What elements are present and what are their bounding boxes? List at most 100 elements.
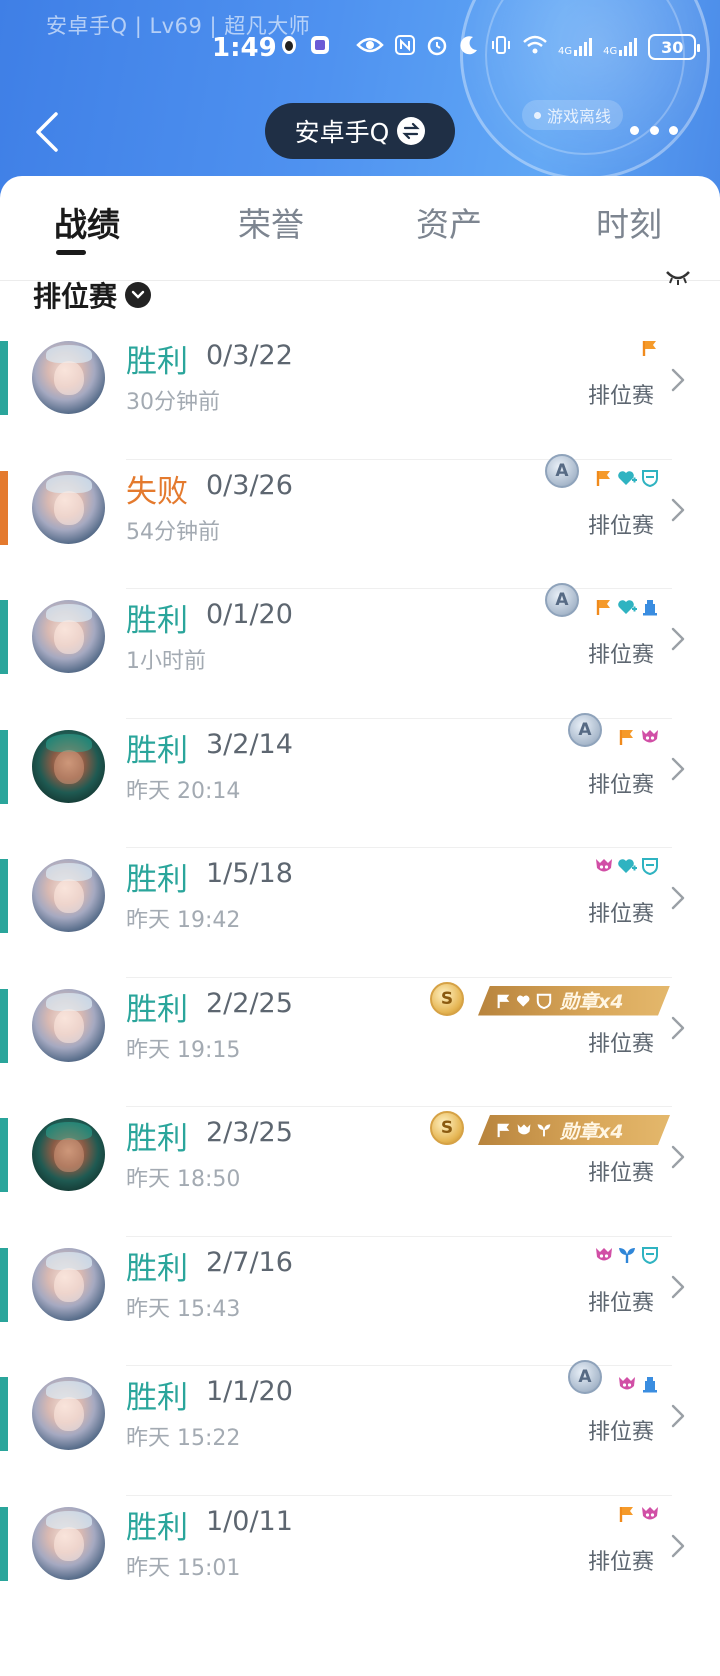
flag-icon xyxy=(594,468,614,488)
result-indicator-bar xyxy=(0,470,8,545)
game-status-text: 游戏离线 xyxy=(547,107,612,126)
hero-avatar xyxy=(32,1118,105,1191)
match-mode: 排位赛 xyxy=(588,1031,655,1057)
match-mode: 排位赛 xyxy=(588,1161,655,1186)
flag-icon xyxy=(617,1504,637,1524)
result-indicator-bar xyxy=(0,1506,8,1581)
tab-records[interactable]: 战绩 xyxy=(54,198,120,246)
hero-avatar xyxy=(32,470,105,544)
match-kda: 0/1/20 xyxy=(206,599,293,630)
heart-plus-icon xyxy=(617,856,637,876)
medal-count: 勋章x4 xyxy=(560,991,624,1013)
result-indicator-bar xyxy=(0,729,8,804)
tab-honors[interactable]: 荣誉 xyxy=(238,198,304,246)
mode-filter[interactable]: 排位赛 xyxy=(33,275,152,315)
result-indicator-bar xyxy=(0,600,8,674)
match-row[interactable]: 胜利 1/1/20 昨天 15:22 排位赛 A xyxy=(0,1360,720,1496)
result-indicator-bar xyxy=(0,859,8,933)
hero-avatar xyxy=(32,988,105,1062)
hide-eye-icon[interactable] xyxy=(664,270,692,290)
match-row[interactable]: 胜利 2/7/16 昨天 15:43 排位赛 xyxy=(0,1237,720,1366)
match-result: 胜利 xyxy=(126,1121,188,1157)
match-mode: 排位赛 xyxy=(588,1290,655,1316)
moon-icon xyxy=(458,34,480,60)
match-time: 30分钟前 xyxy=(126,390,220,415)
shield-icon xyxy=(536,993,552,1009)
chevron-right-icon xyxy=(671,1016,685,1039)
match-row[interactable]: 胜利 2/3/25 昨天 18:50 排位赛 S 勋章x4 xyxy=(0,1107,720,1237)
game-status-badge: 游戏离线 xyxy=(522,100,624,130)
match-mode: 排位赛 xyxy=(588,1549,655,1575)
tab-moments[interactable]: 时刻 xyxy=(596,198,662,246)
nfc-icon xyxy=(394,34,416,60)
match-kda: 0/3/26 xyxy=(206,469,293,501)
chevron-right-icon xyxy=(671,757,685,780)
result-indicator-bar xyxy=(0,1377,8,1451)
match-time: 昨天 20:14 xyxy=(126,778,241,804)
network-label-2: 4G xyxy=(603,46,618,57)
rank-a-icon: A xyxy=(545,583,579,617)
match-result: 胜利 xyxy=(126,991,188,1028)
match-row[interactable]: 胜利 0/1/20 1小时前 排位赛 A xyxy=(0,583,720,719)
tower-icon xyxy=(640,597,660,617)
chevron-down-icon xyxy=(125,282,152,308)
status-time: 1:49 xyxy=(212,33,277,63)
match-kda: 2/7/16 xyxy=(206,1246,293,1278)
demon-icon xyxy=(516,1122,532,1138)
sprout-icon xyxy=(536,1122,552,1138)
match-kda: 3/2/14 xyxy=(206,728,293,760)
match-row[interactable]: 失败 0/3/26 54分钟前 排位赛 A xyxy=(0,453,720,589)
result-indicator-bar xyxy=(0,341,8,415)
match-kda: 2/2/25 xyxy=(206,987,293,1019)
chevron-right-icon xyxy=(671,886,685,910)
demon-icon xyxy=(617,1374,637,1394)
heart-plus-icon xyxy=(617,468,637,488)
match-mode: 排位赛 xyxy=(588,643,655,668)
match-list: 胜利 0/3/22 30分钟前排位赛 失败 0/3/26 54分钟前 排位赛 A 胜利 0/1/2… xyxy=(0,330,720,1625)
rank-a-icon: A xyxy=(568,712,602,747)
signal-icon-2: 4G xyxy=(603,37,638,57)
match-kda: 2/3/25 xyxy=(206,1117,293,1148)
match-row[interactable]: 胜利 1/5/18 昨天 19:42 排位赛 xyxy=(0,848,720,978)
signal-icon-1: 4G xyxy=(558,37,593,57)
demon-icon xyxy=(594,856,614,876)
match-row[interactable]: 胜利 2/2/25 昨天 19:15 排位赛 S 勋章x4 xyxy=(0,978,720,1107)
hero-avatar xyxy=(32,1247,105,1321)
hero-avatar xyxy=(32,341,105,414)
more-dot-icon xyxy=(649,125,659,135)
rank-s-icon: S xyxy=(430,981,464,1016)
tab-bar: 战绩 荣誉 资产 时刻 xyxy=(0,176,720,281)
demon-icon xyxy=(594,1245,614,1265)
status-system-icons: 4G 4G 30 xyxy=(356,34,701,60)
back-button[interactable] xyxy=(28,108,64,156)
account-switcher[interactable]: 安卓手Q xyxy=(265,103,455,159)
match-row[interactable]: 胜利 1/0/11 昨天 15:01 排位赛 xyxy=(0,1496,720,1626)
chevron-left-icon xyxy=(36,112,58,152)
more-dot-icon xyxy=(669,125,678,135)
flag-icon xyxy=(640,338,660,358)
match-row[interactable]: 胜利 3/2/14 昨天 20:14 排位赛 A xyxy=(0,712,720,848)
account-name: 安卓手Q xyxy=(294,118,390,147)
sprout-icon xyxy=(617,1245,637,1265)
more-options-button[interactable] xyxy=(630,118,678,142)
match-time: 昨天 15:01 xyxy=(126,1555,241,1581)
match-mode: 排位赛 xyxy=(588,1420,655,1445)
qq-icon xyxy=(278,34,300,56)
wifi-icon xyxy=(522,34,548,60)
match-row[interactable]: 胜利 0/3/22 30分钟前 排位赛 xyxy=(0,330,720,460)
match-result: 胜利 xyxy=(126,344,188,380)
badge-icons xyxy=(617,1372,660,1396)
match-result: 胜利 xyxy=(126,732,188,769)
alarm-icon xyxy=(426,34,448,60)
flag-icon xyxy=(617,727,637,747)
flag-icon xyxy=(496,993,512,1009)
tab-assets[interactable]: 资产 xyxy=(416,198,482,246)
demon-icon xyxy=(640,727,660,747)
status-app-icons xyxy=(278,34,331,56)
network-label-1: 4G xyxy=(558,46,573,57)
match-kda: 0/3/22 xyxy=(206,340,293,371)
hero-avatar xyxy=(32,1377,105,1450)
hero-avatar xyxy=(32,1506,105,1580)
active-tab-indicator xyxy=(56,250,86,255)
rank-a-icon: A xyxy=(568,1360,602,1394)
